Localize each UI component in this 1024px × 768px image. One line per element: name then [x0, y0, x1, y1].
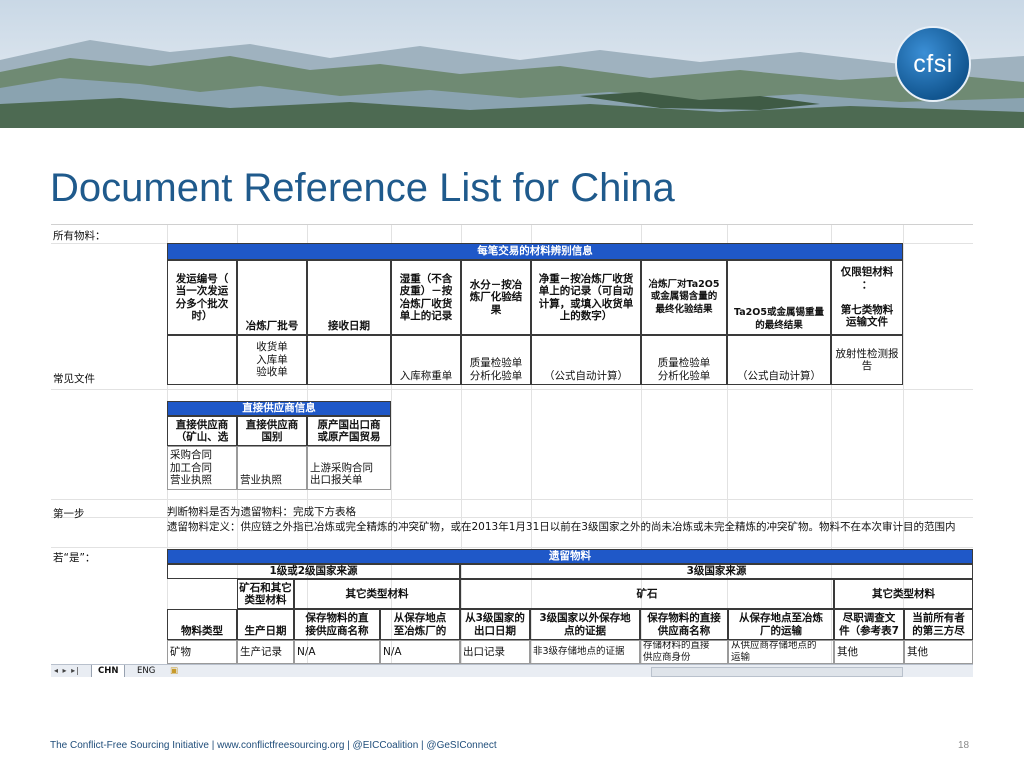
- table1-col-0: 发运编号（ 当一次发运 分多个批次 时）: [167, 260, 237, 335]
- table2-header: 直接供应商信息: [167, 401, 391, 416]
- slide-footer: The Conflict-Free Sourcing Initiative | …: [50, 740, 497, 751]
- table3-row1-4: 出口记录: [460, 640, 530, 664]
- step1-definition: 遗留物料定义：供应链之外指已冶炼或完全精炼的冲突矿物，或在2013年1月31日以…: [167, 521, 956, 533]
- table2-doc-2: 上游采购合同 出口报关单: [307, 446, 391, 490]
- table1-doc-0: [167, 335, 237, 385]
- table2-col-1: 直接供应商 国别: [237, 416, 307, 446]
- table3-group-1: 1级或2级国家来源: [167, 564, 460, 579]
- table3-col-0: 物料类型: [167, 609, 237, 640]
- label-if-yes: 若“是”：: [53, 552, 96, 564]
- step1-instruction: 判断物料是否为遗留物料：完成下方表格: [167, 506, 356, 518]
- table3-col-7: 从保存地点至冶炼 厂的运输: [728, 609, 834, 640]
- table3-row1-5: 非3级存储地点的证据: [530, 640, 640, 664]
- table3-row1-9: 其他: [904, 640, 973, 664]
- table1-doc-1: 收货单 入库单 验收单: [237, 335, 307, 385]
- table3-row1-2: N/A: [294, 640, 380, 664]
- spreadsheet-image: 所有物料： 常见文件 第一步 若“是”： 每笔交易的材料辨别信息 发运编号（ 当…: [51, 224, 973, 677]
- table3-sub-ore-2: 矿石: [460, 579, 834, 609]
- table3-row1-6: 存储材料的直接 供应商身份: [640, 640, 728, 664]
- table3-row1-8: 其他: [834, 640, 904, 664]
- table3-col-2: 保存物料的直 接供应商名称: [294, 609, 380, 640]
- table3-row1-1: 生产记录: [237, 640, 294, 664]
- page-number: 18: [958, 740, 970, 751]
- table3-header: 遗留物料: [167, 549, 973, 564]
- tab-chn[interactable]: CHN: [91, 665, 126, 677]
- tab-eng[interactable]: ENG: [131, 665, 161, 677]
- label-step1: 第一步: [53, 508, 85, 520]
- table1-doc-6: 质量检验单 分析化验单: [641, 335, 727, 385]
- table3-col-9: 当前所有者 的第三方尽: [904, 609, 973, 640]
- table1-col-5: 净重－按冶炼厂收货 单上的记录（可自动 计算，或填入收货单 上的数字）: [531, 260, 641, 335]
- table2-doc-0: 采购合同 加工合同 营业执照: [167, 446, 237, 490]
- landscape-image: [0, 0, 1024, 128]
- table3-row1-0: 矿物: [167, 640, 237, 664]
- table1-col-4: 水分－按冶 炼厂化验结 果: [461, 260, 531, 335]
- sheet-tab-bar: ◂ ▸ ▸| CHN ENG ▣: [51, 664, 973, 677]
- table1-doc-2: [307, 335, 391, 385]
- table3-row1-7: 从供应商存储地点的 运输: [728, 640, 834, 664]
- horizontal-scrollbar[interactable]: [651, 667, 903, 677]
- table1-doc-5: （公式自动计算）: [531, 335, 641, 385]
- table1-doc-4: 质量检验单 分析化验单: [461, 335, 531, 385]
- table3-sub-other-2: 其它类型材料: [834, 579, 973, 609]
- table1-col-7: Ta2O5或金属锡重量 的最终结果: [727, 260, 831, 335]
- table1-col-1: 冶炼厂批号: [237, 260, 307, 335]
- label-all-materials: 所有物料：: [53, 230, 106, 242]
- table3-col-3: 从保存地点 至冶炼厂的: [380, 609, 460, 640]
- table1-doc-3: 入库称重单: [391, 335, 461, 385]
- table3-col-6: 保存物料的直接 供应商名称: [640, 609, 728, 640]
- table1-col-8: 仅限钽材料 ： 第七类物料 运输文件: [831, 260, 903, 335]
- table1-header: 每笔交易的材料辨别信息: [167, 243, 903, 260]
- tab-scroll-arrows-icon[interactable]: ◂ ▸ ▸|: [54, 666, 80, 675]
- table3-sub-ore: 矿石和其它 类型材料: [237, 579, 294, 609]
- table3-sub-other-1: 其它类型材料: [294, 579, 460, 609]
- slide-title: Document Reference List for China: [50, 166, 675, 210]
- label-common-docs: 常见文件: [53, 373, 95, 385]
- table2-col-2: 原产国出口商 或原产国贸易: [307, 416, 391, 446]
- cfsi-logo: cfsi: [895, 26, 971, 102]
- table1-col-3: 湿重（不含 皮重）－按 冶炼厂收货 单上的记录: [391, 260, 461, 335]
- table3-col-8: 尽职调查文 件（参考表7: [834, 609, 904, 640]
- table3-col-1: 生产日期: [237, 609, 294, 640]
- table1-doc-8: 放射性检测报 告: [831, 335, 903, 385]
- table2-col-0: 直接供应商 （矿山、选: [167, 416, 237, 446]
- table3-col-4: 从3级国家的 出口日期: [460, 609, 530, 640]
- table3-group-2: 3级国家来源: [460, 564, 973, 579]
- table3-row1-3: N/A: [380, 640, 460, 664]
- new-sheet-icon[interactable]: ▣: [167, 665, 181, 677]
- table2-doc-1: 营业执照: [237, 446, 307, 490]
- table3-col-5: 3级国家以外保存地 点的证据: [530, 609, 640, 640]
- header-banner: [0, 0, 1024, 128]
- table1-col-6: 冶炼厂对Ta2O5 或金属锡含量的 最终化验结果: [641, 260, 727, 335]
- table1-col-2: 接收日期: [307, 260, 391, 335]
- table1-doc-7: （公式自动计算）: [727, 335, 831, 385]
